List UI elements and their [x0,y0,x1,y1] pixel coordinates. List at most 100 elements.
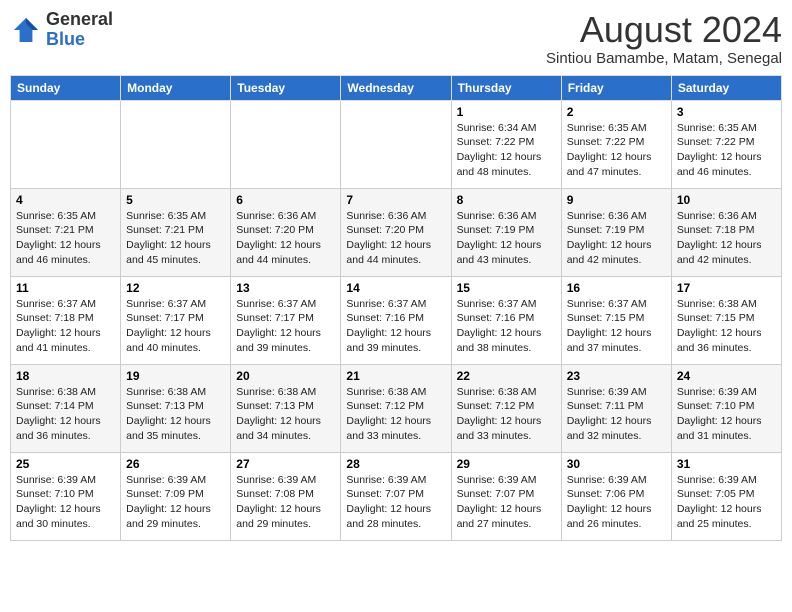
day-info: Sunrise: 6:38 AM Sunset: 7:13 PM Dayligh… [126,385,225,444]
day-info: Sunrise: 6:39 AM Sunset: 7:07 PM Dayligh… [457,473,556,532]
day-info: Sunrise: 6:37 AM Sunset: 7:15 PM Dayligh… [567,297,666,356]
day-number: 29 [457,457,556,471]
location-subtitle: Sintiou Bamambe, Matam, Senegal [546,50,782,67]
column-header-thursday: Thursday [451,75,561,100]
calendar-cell: 17 Sunrise: 6:38 AM Sunset: 7:15 PM Dayli… [671,276,781,364]
day-number: 4 [16,193,115,207]
day-info: Sunrise: 6:39 AM Sunset: 7:05 PM Dayligh… [677,473,776,532]
day-number: 13 [236,281,335,295]
title-block: August 2024 Sintiou Bamambe, Matam, Sene… [546,10,782,67]
day-number: 3 [677,105,776,119]
day-number: 11 [16,281,115,295]
calendar-week-4: 18Sunrise: 6:38 AM Sunset: 7:14 PM Dayli… [11,364,782,452]
column-header-wednesday: Wednesday [341,75,451,100]
day-number: 22 [457,369,556,383]
day-info: Sunrise: 6:36 AM Sunset: 7:20 PM Dayligh… [236,209,335,268]
calendar-cell: 2 Sunrise: 6:35 AM Sunset: 7:22 PM Daylig… [561,100,671,188]
day-number: 20 [236,369,335,383]
calendar-cell: 23 Sunrise: 6:39 AM Sunset: 7:11 PM Dayli… [561,364,671,452]
day-number: 9 [567,193,666,207]
day-info: Sunrise: 6:36 AM Sunset: 7:18 PM Dayligh… [677,209,776,268]
calendar-cell: 6 Sunrise: 6:36 AM Sunset: 7:20 PM Daylig… [231,188,341,276]
day-info: Sunrise: 6:37 AM Sunset: 7:17 PM Dayligh… [126,297,225,356]
day-number: 10 [677,193,776,207]
day-info: Sunrise: 6:38 AM Sunset: 7:13 PM Dayligh… [236,385,335,444]
day-number: 30 [567,457,666,471]
column-header-friday: Friday [561,75,671,100]
day-info: Sunrise: 6:39 AM Sunset: 7:08 PM Dayligh… [236,473,335,532]
column-header-saturday: Saturday [671,75,781,100]
day-number: 8 [457,193,556,207]
day-number: 1 [457,105,556,119]
calendar-cell: 16 Sunrise: 6:37 AM Sunset: 7:15 PM Dayli… [561,276,671,364]
calendar-cell: 11Sunrise: 6:37 AM Sunset: 7:18 PM Dayli… [11,276,121,364]
day-info: Sunrise: 6:38 AM Sunset: 7:15 PM Dayligh… [677,297,776,356]
day-number: 27 [236,457,335,471]
calendar-week-1: 1 Sunrise: 6:34 AM Sunset: 7:22 PM Daylig… [11,100,782,188]
column-header-monday: Monday [121,75,231,100]
day-info: Sunrise: 6:36 AM Sunset: 7:19 PM Dayligh… [567,209,666,268]
day-number: 21 [346,369,445,383]
day-info: Sunrise: 6:37 AM Sunset: 7:17 PM Dayligh… [236,297,335,356]
day-number: 14 [346,281,445,295]
day-number: 12 [126,281,225,295]
day-number: 23 [567,369,666,383]
day-info: Sunrise: 6:39 AM Sunset: 7:07 PM Dayligh… [346,473,445,532]
calendar-cell [121,100,231,188]
day-info: Sunrise: 6:35 AM Sunset: 7:21 PM Dayligh… [126,209,225,268]
day-info: Sunrise: 6:39 AM Sunset: 7:09 PM Dayligh… [126,473,225,532]
day-number: 19 [126,369,225,383]
calendar-cell [11,100,121,188]
calendar-cell: 8 Sunrise: 6:36 AM Sunset: 7:19 PM Daylig… [451,188,561,276]
calendar-cell [231,100,341,188]
day-info: Sunrise: 6:39 AM Sunset: 7:06 PM Dayligh… [567,473,666,532]
day-info: Sunrise: 6:39 AM Sunset: 7:11 PM Dayligh… [567,385,666,444]
day-info: Sunrise: 6:36 AM Sunset: 7:20 PM Dayligh… [346,209,445,268]
day-info: Sunrise: 6:35 AM Sunset: 7:22 PM Dayligh… [677,121,776,180]
calendar-cell: 19 Sunrise: 6:38 AM Sunset: 7:13 PM Dayli… [121,364,231,452]
day-info: Sunrise: 6:35 AM Sunset: 7:21 PM Dayligh… [16,209,115,268]
day-number: 16 [567,281,666,295]
calendar-cell: 25 Sunrise: 6:39 AM Sunset: 7:10 PM Dayli… [11,452,121,540]
day-number: 25 [16,457,115,471]
logo-blue-text: Blue [46,30,113,50]
day-number: 26 [126,457,225,471]
calendar-cell: 28Sunrise: 6:39 AM Sunset: 7:07 PM Dayli… [341,452,451,540]
day-info: Sunrise: 6:36 AM Sunset: 7:19 PM Dayligh… [457,209,556,268]
calendar-cell: 12 Sunrise: 6:37 AM Sunset: 7:17 PM Dayli… [121,276,231,364]
day-number: 5 [126,193,225,207]
calendar-cell: 15Sunrise: 6:37 AM Sunset: 7:16 PM Dayli… [451,276,561,364]
calendar-cell: 29 Sunrise: 6:39 AM Sunset: 7:07 PM Dayli… [451,452,561,540]
calendar-cell: 22 Sunrise: 6:38 AM Sunset: 7:12 PM Dayli… [451,364,561,452]
calendar-cell: 14Sunrise: 6:37 AM Sunset: 7:16 PM Dayli… [341,276,451,364]
calendar-cell: 31 Sunrise: 6:39 AM Sunset: 7:05 PM Dayli… [671,452,781,540]
calendar-cell: 5 Sunrise: 6:35 AM Sunset: 7:21 PM Daylig… [121,188,231,276]
day-number: 6 [236,193,335,207]
calendar-cell: 1 Sunrise: 6:34 AM Sunset: 7:22 PM Daylig… [451,100,561,188]
day-info: Sunrise: 6:39 AM Sunset: 7:10 PM Dayligh… [16,473,115,532]
calendar-table: SundayMondayTuesdayWednesdayThursdayFrid… [10,75,782,541]
calendar-cell: 9 Sunrise: 6:36 AM Sunset: 7:19 PM Daylig… [561,188,671,276]
month-year-title: August 2024 [546,10,782,50]
day-number: 24 [677,369,776,383]
day-number: 31 [677,457,776,471]
logo: General Blue [10,10,113,50]
calendar-week-3: 11Sunrise: 6:37 AM Sunset: 7:18 PM Dayli… [11,276,782,364]
day-info: Sunrise: 6:34 AM Sunset: 7:22 PM Dayligh… [457,121,556,180]
calendar-cell: 21Sunrise: 6:38 AM Sunset: 7:12 PM Dayli… [341,364,451,452]
day-number: 17 [677,281,776,295]
calendar-cell [341,100,451,188]
calendar-cell: 10 Sunrise: 6:36 AM Sunset: 7:18 PM Dayli… [671,188,781,276]
calendar-cell: 18Sunrise: 6:38 AM Sunset: 7:14 PM Dayli… [11,364,121,452]
logo-general-text: General [46,10,113,30]
day-number: 15 [457,281,556,295]
calendar-cell: 13 Sunrise: 6:37 AM Sunset: 7:17 PM Dayli… [231,276,341,364]
day-number: 2 [567,105,666,119]
day-info: Sunrise: 6:38 AM Sunset: 7:12 PM Dayligh… [457,385,556,444]
day-info: Sunrise: 6:39 AM Sunset: 7:10 PM Dayligh… [677,385,776,444]
calendar-cell: 24 Sunrise: 6:39 AM Sunset: 7:10 PM Dayli… [671,364,781,452]
logo-icon [10,14,42,46]
calendar-cell: 3 Sunrise: 6:35 AM Sunset: 7:22 PM Daylig… [671,100,781,188]
day-info: Sunrise: 6:35 AM Sunset: 7:22 PM Dayligh… [567,121,666,180]
calendar-week-5: 25 Sunrise: 6:39 AM Sunset: 7:10 PM Dayli… [11,452,782,540]
